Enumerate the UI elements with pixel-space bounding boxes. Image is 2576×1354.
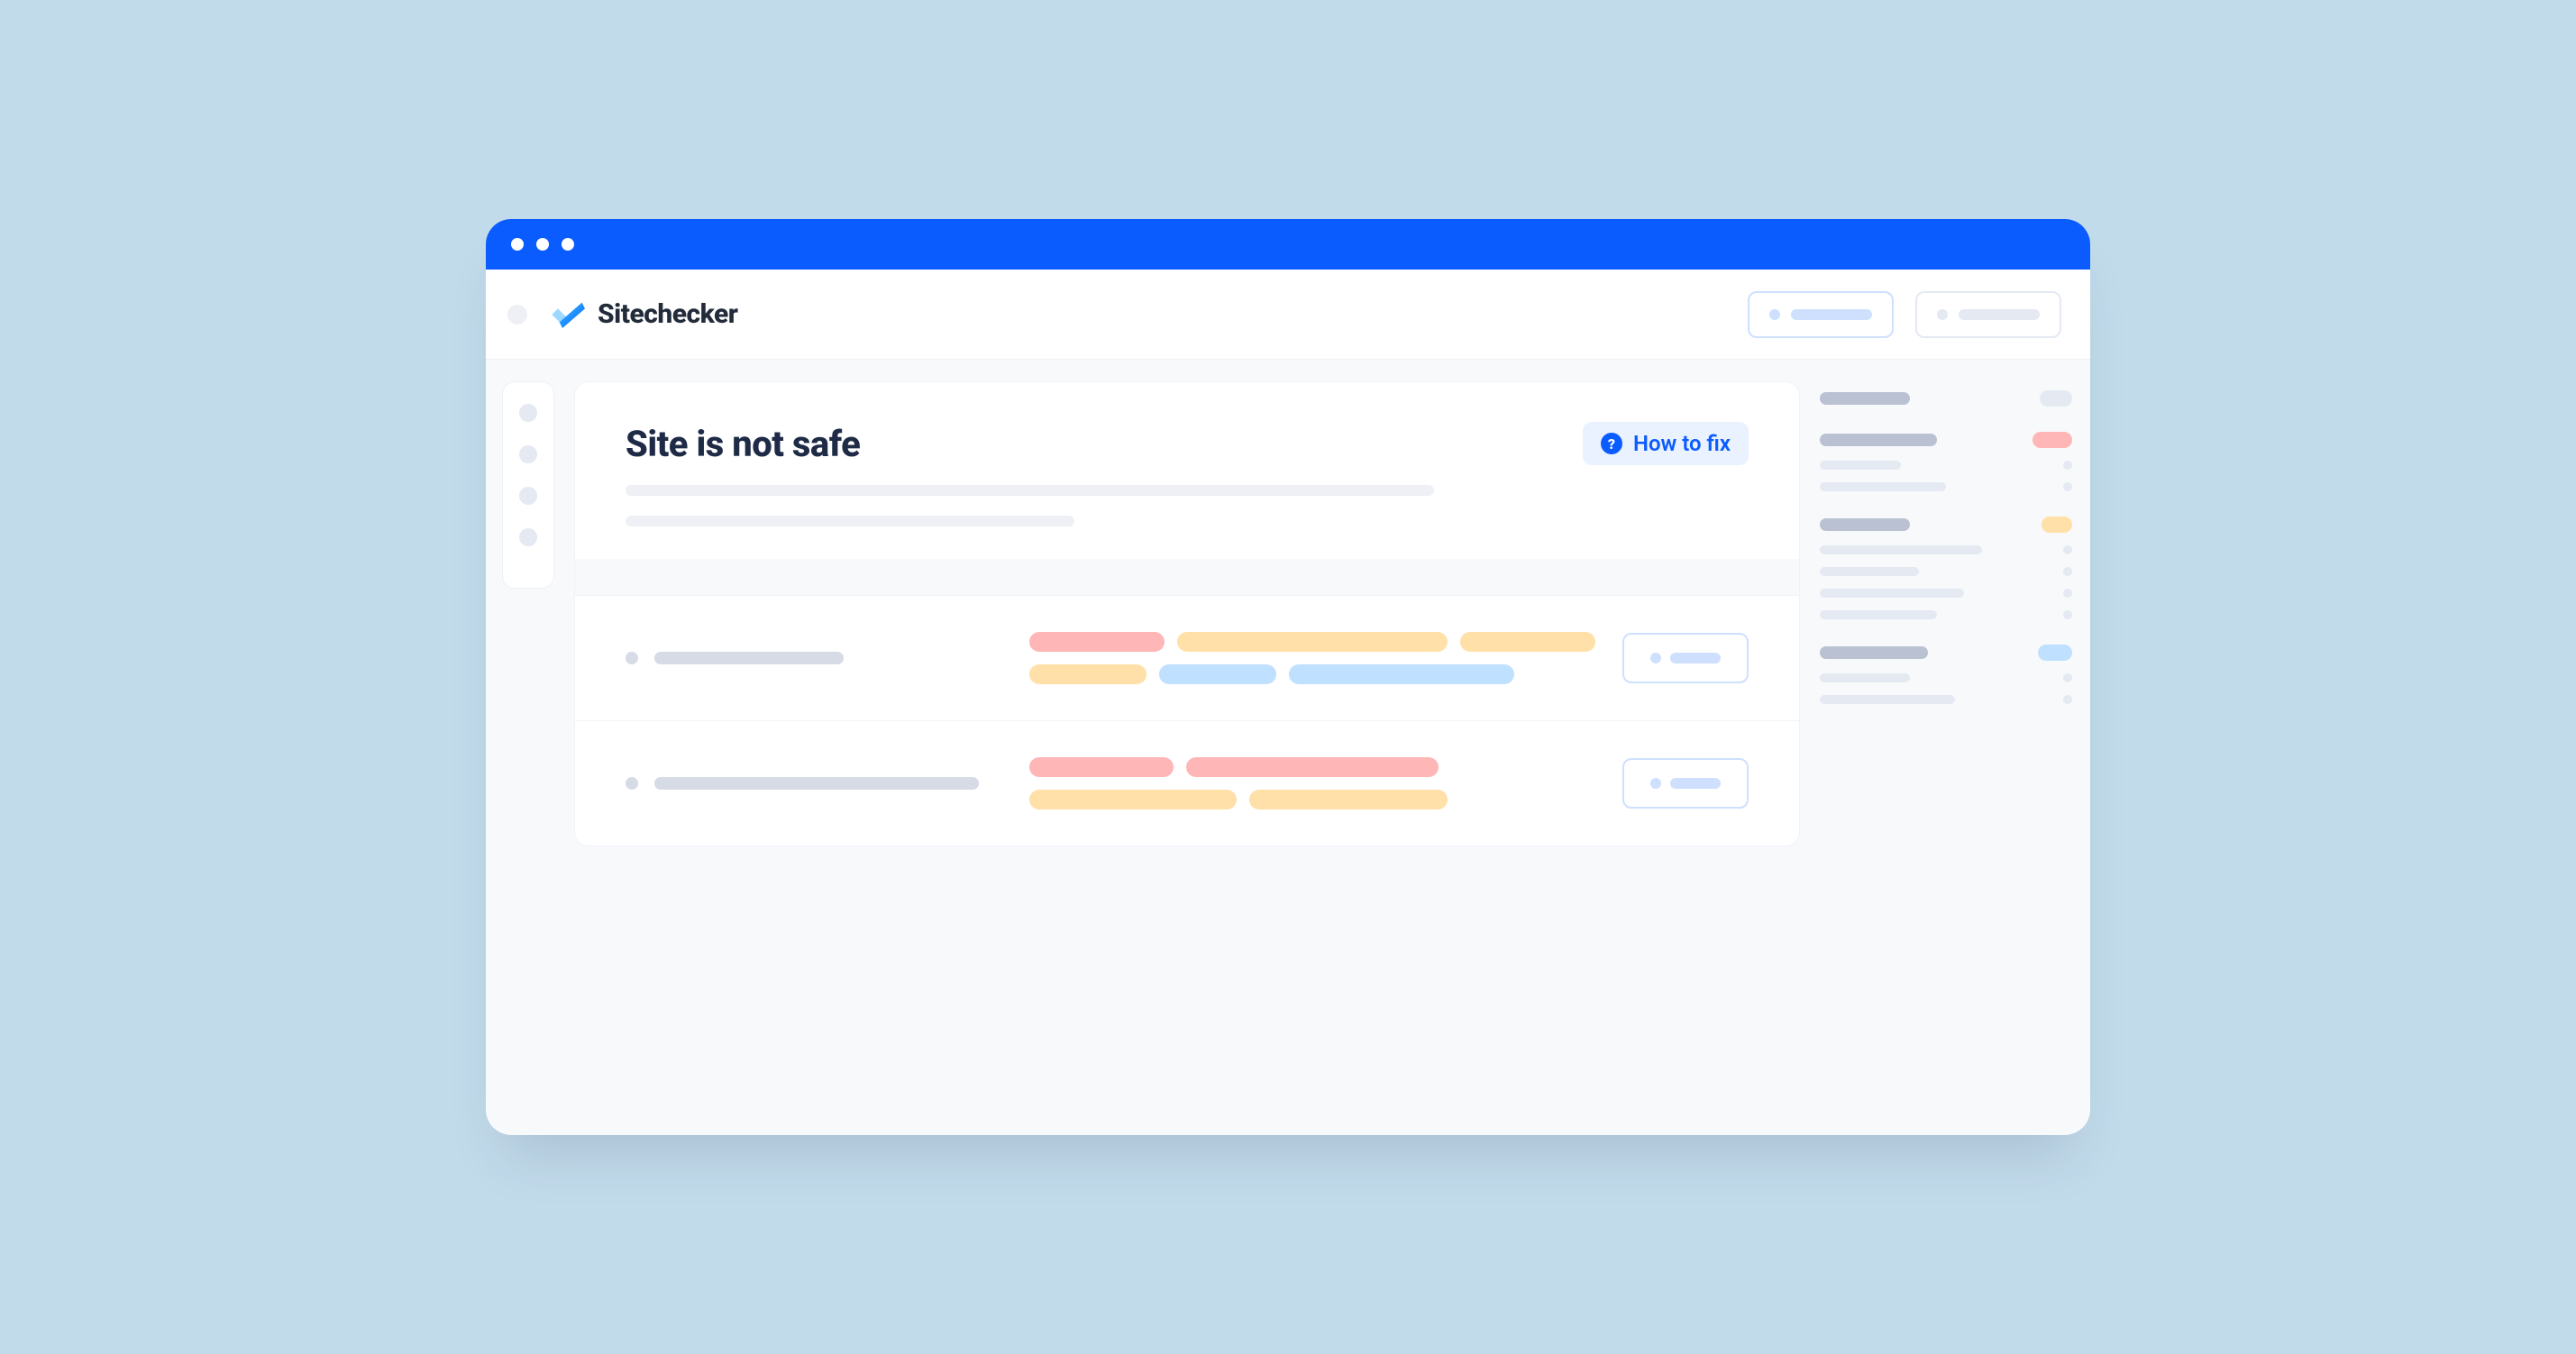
hamburger-icon[interactable] [507,305,527,325]
card-header: Site is not safe ? How to fix [575,382,1799,559]
sidebar-item[interactable] [1820,610,2072,619]
description-placeholder [626,485,1434,496]
row-url-placeholder [654,652,844,664]
sidebar-item[interactable] [1820,545,2072,554]
table-header-placeholder [575,559,1799,595]
section-title-placeholder [1820,392,1910,405]
row-tags [1029,632,1597,684]
section-title-placeholder [1820,646,1928,659]
row-status-icon [626,777,638,790]
issue-row [575,720,1799,846]
left-nav [502,381,554,589]
sidebar-item[interactable] [1820,589,2072,598]
page-title: Site is not safe [626,423,860,465]
description-placeholder [626,516,1074,526]
window-control-close[interactable] [511,238,524,251]
nav-item[interactable] [519,404,537,422]
how-to-fix-button[interactable]: ? How to fix [1583,422,1749,465]
app-window: Sitechecker Site is not safe [486,219,2090,1135]
window-control-maximize[interactable] [562,238,574,251]
brand-logo[interactable]: Sitechecker [549,298,737,330]
window-titlebar [486,219,2090,270]
row-url-placeholder [654,777,979,790]
row-action-button[interactable] [1622,758,1749,809]
app-header: Sitechecker [486,270,2090,360]
row-tags [1029,757,1597,810]
checkmark-logo-icon [549,299,585,330]
sidebar-section [1820,517,2072,619]
header-secondary-button[interactable] [1915,291,2061,338]
header-primary-button[interactable] [1748,291,1894,338]
help-icon: ? [1601,433,1622,454]
window-control-minimize[interactable] [536,238,549,251]
sidebar-item[interactable] [1820,695,2072,704]
nav-item[interactable] [519,528,537,546]
count-badge [2040,390,2072,407]
row-status-icon [626,652,638,664]
sidebar-item[interactable] [1820,567,2072,576]
sidebar-section [1820,645,2072,704]
section-title-placeholder [1820,518,1910,531]
nav-item[interactable] [519,487,537,505]
issue-row [575,595,1799,720]
sidebar-item[interactable] [1820,482,2072,491]
sidebar-section [1820,432,2072,491]
right-sidebar [1820,381,2090,1135]
sidebar-item[interactable] [1820,673,2072,682]
main-content: Site is not safe ? How to fix [574,381,1800,1135]
brand-name: Sitechecker [598,298,737,330]
how-to-fix-label: How to fix [1633,431,1731,456]
issue-card: Site is not safe ? How to fix [574,381,1800,846]
app-body: Site is not safe ? How to fix [486,360,2090,1135]
nav-item[interactable] [519,445,537,463]
count-badge [2032,432,2072,448]
count-badge [2042,517,2072,533]
count-badge [2038,645,2072,661]
section-title-placeholder [1820,434,1937,446]
sidebar-section [1820,390,2072,407]
row-action-button[interactable] [1622,633,1749,683]
sidebar-item[interactable] [1820,461,2072,470]
